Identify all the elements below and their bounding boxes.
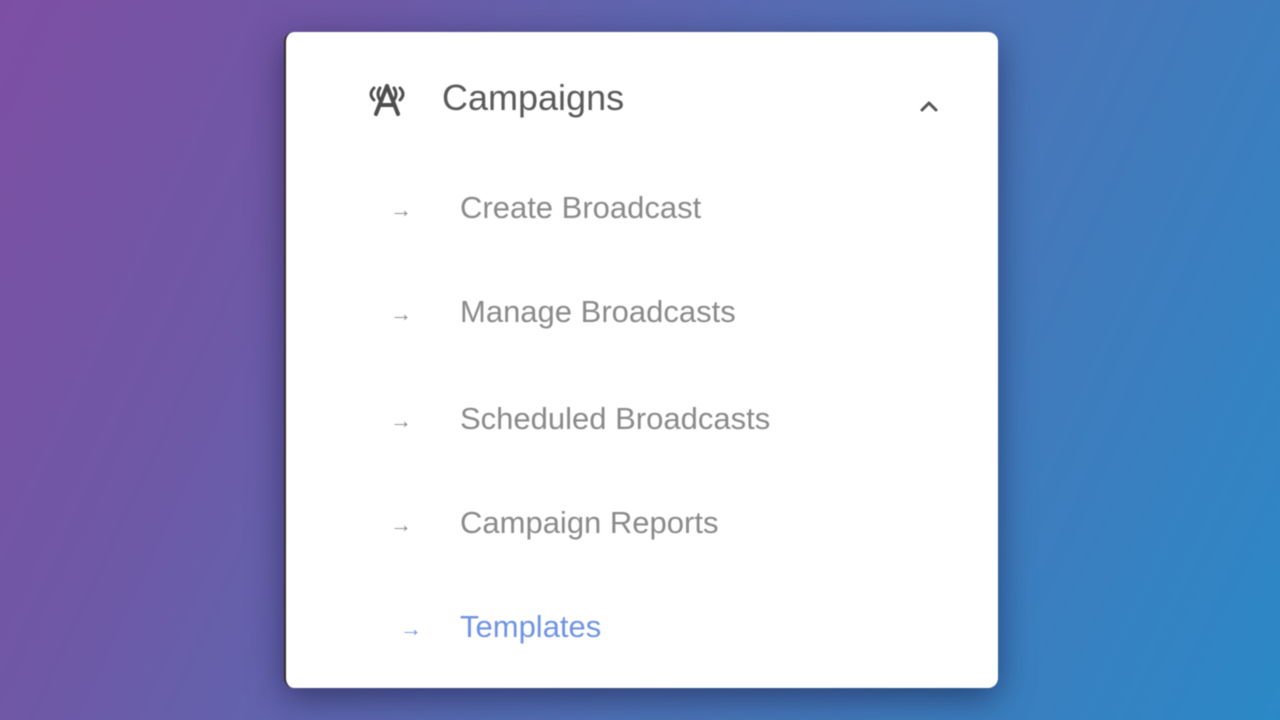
campaigns-menu-header[interactable]: Campaigns bbox=[360, 78, 940, 128]
manage-broadcasts-label: Manage Broadcasts bbox=[460, 294, 736, 329]
campaigns-submenu: → Create Broadcast → Manage Broadcasts →… bbox=[286, 32, 998, 688]
create-broadcast-label: Create Broadcast bbox=[460, 190, 702, 225]
arrow-right-icon: → bbox=[390, 512, 412, 537]
arrow-right-icon: → bbox=[390, 197, 412, 222]
campaigns-title: Campaigns bbox=[442, 77, 625, 118]
campaigns-menu-card: Campaigns → Create Broadcast → Manage Br… bbox=[284, 32, 998, 688]
campaign-reports-label: Campaign Reports bbox=[460, 505, 719, 540]
arrow-right-icon: → bbox=[400, 616, 422, 641]
scheduled-broadcasts-label: Scheduled Broadcasts bbox=[460, 401, 771, 436]
broadcast-tower-icon bbox=[369, 84, 405, 116]
chevron-up-icon[interactable] bbox=[918, 96, 940, 116]
arrow-right-icon: → bbox=[390, 301, 412, 326]
arrow-right-icon: → bbox=[390, 408, 412, 433]
templates-label: Templates bbox=[460, 609, 602, 644]
